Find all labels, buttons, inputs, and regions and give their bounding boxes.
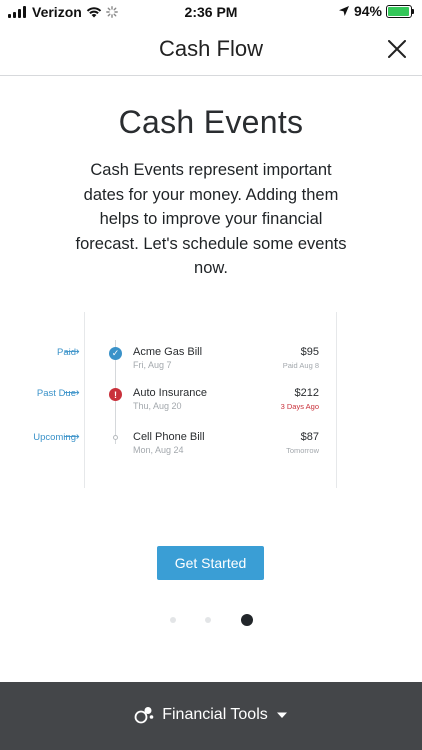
event-amount: $95: [300, 346, 319, 358]
alert-icon: !: [109, 388, 122, 401]
event-date: Thu, Aug 20: [133, 401, 182, 411]
event-row-upcoming: Upcoming ⟶ Cell Phone Bill Mon, Aug 24 $…: [0, 431, 422, 471]
event-row-past-due: Past Due ⟶ ! Auto Insurance Thu, Aug 20 …: [0, 387, 422, 427]
event-date: Mon, Aug 24: [133, 445, 184, 455]
financial-tools-bar[interactable]: Financial Tools: [0, 682, 422, 750]
event-subtext: Tomorrow: [286, 446, 319, 455]
page-dot-2[interactable]: [205, 617, 211, 623]
event-amount: $87: [300, 431, 319, 443]
status-right: 94%: [338, 3, 414, 19]
arrow-right-icon: ⟶: [64, 431, 80, 443]
navigation-header: Cash Flow: [0, 26, 422, 76]
battery-icon: [386, 4, 414, 18]
event-amount: $212: [294, 387, 319, 399]
event-subtext: 3 Days Ago: [280, 402, 319, 411]
check-icon: ✓: [109, 347, 122, 360]
page-dot-1[interactable]: [170, 617, 176, 623]
get-started-button[interactable]: Get Started: [157, 546, 264, 580]
event-name: Acme Gas Bill: [133, 346, 203, 358]
intro-description: Cash Events represent important dates fo…: [75, 161, 347, 277]
financial-tools-icon: [134, 707, 154, 724]
location-arrow-icon: [338, 6, 349, 16]
intro-title: Cash Events: [118, 104, 304, 140]
event-subtext: Paid Aug 8: [282, 361, 319, 370]
close-icon: [388, 40, 406, 58]
event-date: Fri, Aug 7: [133, 360, 172, 370]
close-button[interactable]: [382, 34, 412, 64]
arrow-right-icon: ⟶: [64, 346, 80, 358]
event-row-paid: Paid ⟶ ✓ Acme Gas Bill Fri, Aug 7 $95 Pa…: [0, 346, 422, 386]
event-name: Auto Insurance: [133, 387, 207, 399]
status-bar: Verizon 2:36 PM 94%: [0, 0, 422, 26]
circle-outline-icon: [113, 435, 118, 440]
caret-down-icon: [276, 712, 287, 718]
page-dot-3-active[interactable]: [241, 614, 253, 626]
battery-percent: 94%: [353, 3, 382, 19]
financial-tools-label: Financial Tools: [162, 706, 268, 723]
arrow-right-icon: ⟶: [64, 387, 80, 399]
page-indicator: [0, 613, 422, 627]
cash-events-illustration: Paid ⟶ ✓ Acme Gas Bill Fri, Aug 7 $95 Pa…: [0, 312, 422, 488]
page-title: Cash Flow: [159, 36, 263, 61]
event-name: Cell Phone Bill: [133, 431, 205, 443]
